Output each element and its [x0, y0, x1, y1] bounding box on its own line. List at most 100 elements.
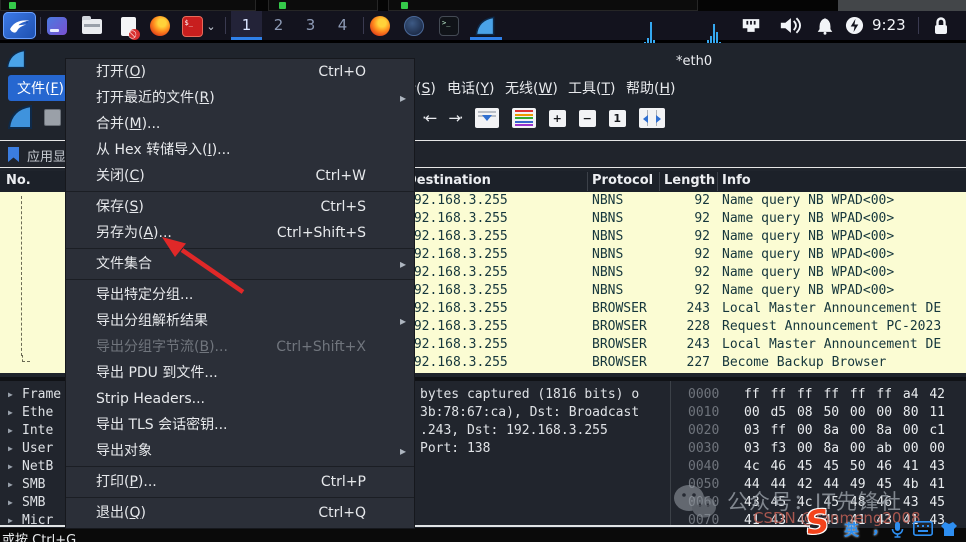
file-manager-icon[interactable] [46, 15, 68, 37]
separator [40, 17, 41, 34]
go-back-button[interactable]: ·← [422, 109, 435, 127]
menu-item-export-objects[interactable]: 导出对象 [66, 438, 414, 464]
go-forward-button[interactable]: →· [448, 109, 461, 127]
hex-row: 003003 f3 00 8a 00 ab 00 00 [676, 440, 966, 458]
expand-arrow-icon[interactable]: ▶ [8, 404, 13, 422]
cut-window [388, 0, 698, 11]
zoom-reset-button[interactable]: 1 [609, 110, 626, 127]
stop-capture-button[interactable] [44, 109, 61, 126]
resize-columns-button[interactable] [639, 108, 665, 128]
zoom-out-button[interactable]: − [579, 110, 596, 127]
firefox-window-button[interactable] [369, 15, 391, 37]
menu-item-file-set[interactable]: 文件集合 [66, 251, 414, 277]
cut-window [0, 0, 256, 11]
menu-item-export-specified-packets[interactable]: 导出特定分组... [66, 282, 414, 308]
menu-item-print[interactable]: 打印(P)...Ctrl+P [66, 469, 414, 495]
power-icon[interactable] [845, 16, 864, 35]
workspace-4[interactable]: 4 [327, 11, 358, 40]
menu-item-import-hex[interactable]: 从 Hex 转储导入(I)... [66, 137, 414, 163]
zoom-in-button[interactable]: + [549, 110, 566, 127]
top-window-strip [0, 0, 966, 11]
menu-item-save[interactable]: 保存(S)Ctrl+S [66, 194, 414, 220]
window-title: *eth0 [676, 54, 712, 69]
lock-icon[interactable] [932, 16, 950, 36]
filter-input[interactable]: 应用显 [27, 146, 66, 165]
filter-bookmark-icon[interactable] [6, 146, 22, 163]
kali-dragon-icon [8, 16, 32, 36]
wireshark-titlebar-icon [5, 47, 27, 71]
workspace-1[interactable]: 1 [231, 11, 262, 40]
col-no[interactable]: No. [6, 173, 31, 188]
pane-divider[interactable] [670, 381, 671, 525]
col-protocol[interactable]: Protocol [592, 173, 653, 188]
menu-help[interactable]: 帮助(H) [626, 78, 675, 98]
keyboard-icon[interactable] [913, 521, 933, 536]
related-packets-line [21, 196, 29, 356]
wireshark-fin-icon [474, 15, 496, 37]
microphone-icon[interactable] [890, 521, 905, 538]
status-hint: 或按 Ctrl+G [2, 529, 76, 542]
window-icon [401, 2, 408, 9]
menu-item-strip-headers[interactable]: Strip Headers... [66, 386, 414, 412]
hex-row: 001000 d5 08 50 00 00 80 11 [676, 404, 966, 422]
ime-language-toggle[interactable]: 英 [844, 519, 859, 540]
menu-item-quit[interactable]: 退出(Q)Ctrl+Q [66, 500, 414, 526]
expand-arrow-icon[interactable]: ▶ [8, 386, 13, 404]
file-menu: 打开(O)Ctrl+O 打开最近的文件(R) 合并(M)... 从 Hex 转储… [65, 58, 415, 529]
expand-arrow-icon[interactable]: ▶ [8, 476, 13, 494]
active-window-indicator [470, 37, 502, 40]
globe-window-button[interactable] [403, 15, 425, 37]
menu-item-close[interactable]: 关闭(C)Ctrl+W [66, 163, 414, 189]
window-icon [279, 2, 286, 9]
colorize-button[interactable] [512, 108, 536, 128]
menu-item-export-dissections[interactable]: 导出分组解析结果 [66, 308, 414, 334]
expand-arrow-icon[interactable]: ▶ [8, 458, 13, 476]
wireshark-window-button[interactable] [474, 15, 496, 37]
menu-item-export-pdus[interactable]: 导出 PDU 到文件... [66, 360, 414, 386]
skin-icon[interactable] [940, 521, 958, 537]
expand-arrow-icon[interactable]: ▶ [8, 422, 13, 440]
menu-item-export-tls-keys[interactable]: 导出 TLS 会话密钥... [66, 412, 414, 438]
menu-item-merge[interactable]: 合并(M)... [66, 111, 414, 137]
menu-file[interactable]: 文件(F) [8, 75, 73, 101]
firefox-icon[interactable] [149, 15, 171, 37]
expand-arrow-icon[interactable]: ▶ [8, 440, 13, 458]
menu-item-save-as[interactable]: 另存为(A)...Ctrl+Shift+S [66, 220, 414, 246]
start-capture-button[interactable] [6, 103, 34, 131]
menu-telephony[interactable]: 电话(Y) [447, 78, 495, 98]
sogou-logo[interactable]: S [803, 502, 831, 542]
ethernet-icon[interactable] [740, 16, 762, 35]
hex-row: 00404c 46 45 45 50 46 41 43 [676, 458, 966, 476]
window-icon [9, 2, 16, 9]
workspace-2[interactable]: 2 [263, 11, 294, 40]
col-length[interactable]: Length [664, 173, 715, 188]
volume-icon[interactable] [779, 16, 801, 35]
col-info[interactable]: Info [722, 173, 751, 188]
menu-tools[interactable]: 工具(T) [568, 78, 616, 98]
workspace-3[interactable]: 3 [295, 11, 326, 40]
sogou-ime-bar: S 英 ， [800, 495, 966, 542]
menu-item-open-recent[interactable]: 打开最近的文件(R) [66, 85, 414, 111]
col-destination[interactable]: Destination [406, 173, 491, 188]
taskbar: $_ ⌄ 1 2 3 4 >_ [0, 11, 966, 40]
toolbar: ·← →· + − 1 [422, 105, 665, 131]
auto-scroll-button[interactable] [475, 108, 499, 128]
clock[interactable]: 9:23 [872, 11, 906, 40]
document-icon[interactable] [117, 15, 139, 37]
bell-icon[interactable] [815, 16, 835, 35]
desktop: $_ ⌄ 1 2 3 4 >_ [0, 0, 966, 542]
kali-menu-button[interactable] [3, 12, 36, 39]
terminal-window-button[interactable]: >_ [438, 15, 460, 37]
terminal-icon[interactable]: $_ [181, 15, 203, 37]
menu-item-open[interactable]: 打开(O)Ctrl+O [66, 59, 414, 85]
separator [225, 17, 226, 34]
separator [363, 17, 364, 34]
menu-item-export-packet-bytes[interactable]: 导出分组字节流(B)...Ctrl+Shift+X [66, 334, 414, 360]
folder-icon[interactable] [81, 15, 103, 37]
menu-wireless[interactable]: 无线(W) [505, 78, 558, 98]
ime-punctuation-toggle[interactable]: ， [872, 517, 887, 538]
hex-row: 002003 ff 00 8a 00 8a 00 c1 [676, 422, 966, 440]
hex-row: 005044 44 42 44 49 45 4b 41 [676, 476, 966, 494]
chevron-down-icon[interactable]: ⌄ [205, 15, 217, 37]
expand-arrow-icon[interactable]: ▶ [8, 494, 13, 512]
